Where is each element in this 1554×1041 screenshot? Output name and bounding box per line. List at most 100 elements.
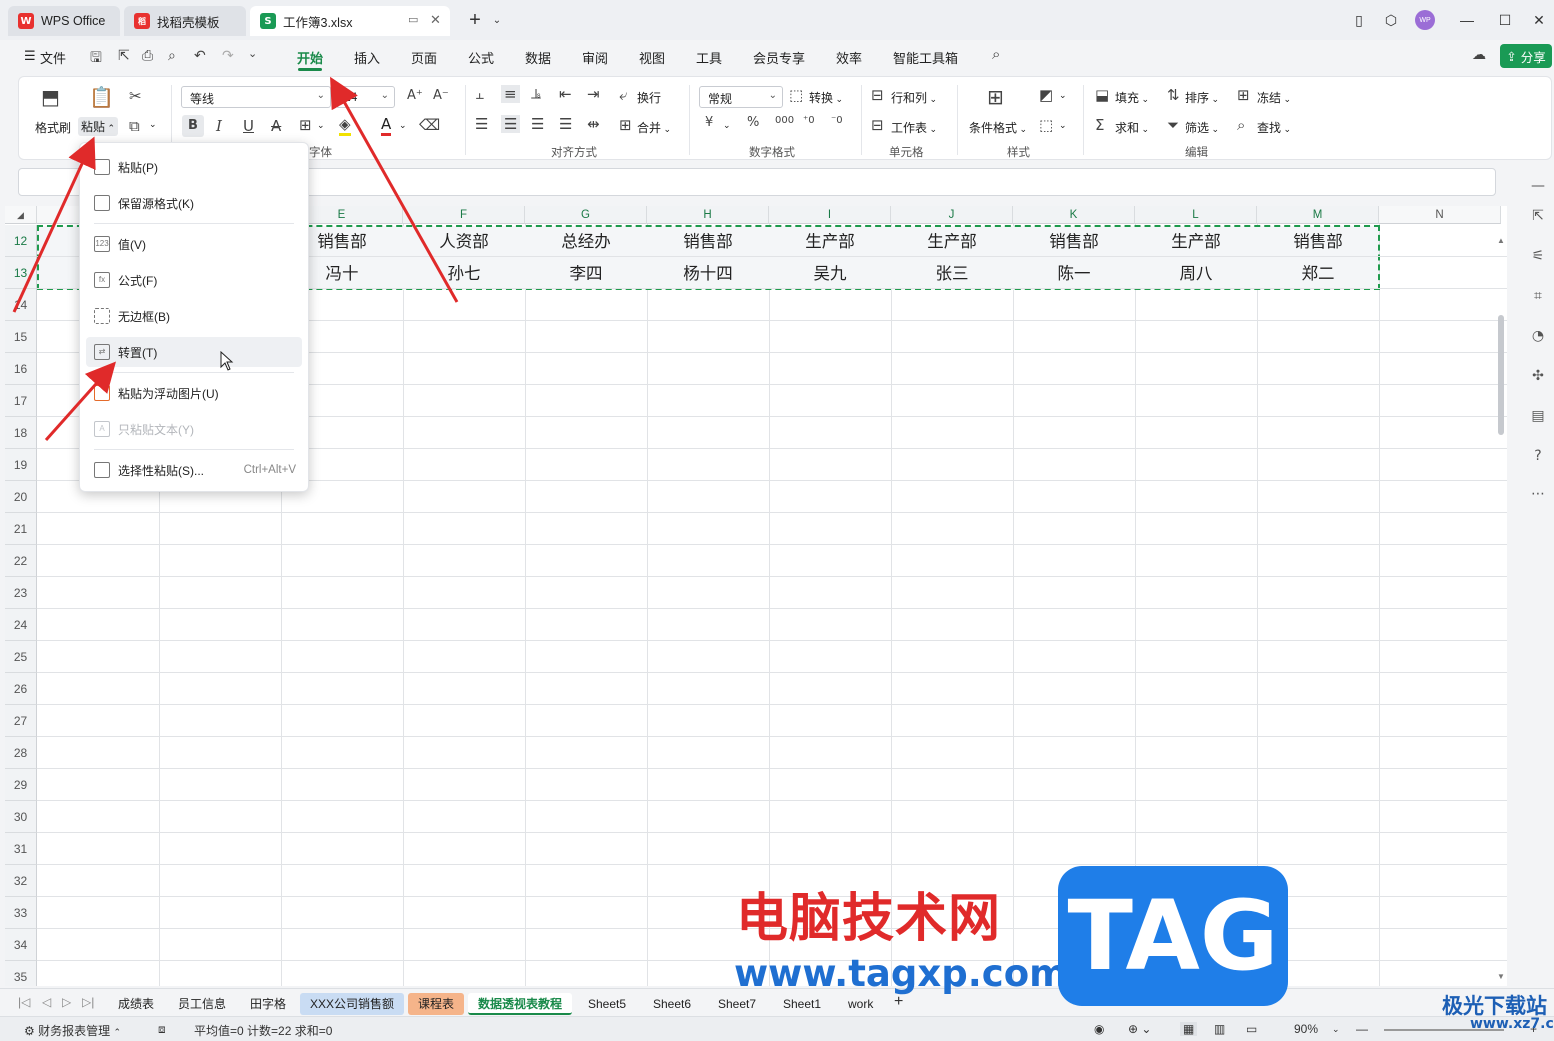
merge-button[interactable]: 合并 ⌄: [637, 119, 671, 136]
menu-review[interactable]: 审阅: [582, 48, 608, 67]
avatar[interactable]: WP: [1412, 8, 1438, 32]
collapse-icon[interactable]: —: [1529, 178, 1547, 196]
close-window-icon[interactable]: ✕: [1526, 8, 1552, 32]
help-icon[interactable]: ?: [1529, 448, 1547, 466]
paste-no-border-option[interactable]: 无边框(B): [86, 301, 302, 331]
border-icon[interactable]: ⊞: [299, 116, 312, 134]
menu-formula[interactable]: 公式: [468, 48, 494, 67]
fill-icon[interactable]: ⬓: [1095, 86, 1109, 104]
row-header[interactable]: 35: [5, 961, 37, 986]
tools-icon[interactable]: ✣: [1529, 368, 1547, 386]
normal-view-icon[interactable]: ▦: [1180, 1022, 1198, 1036]
select-cursor-icon[interactable]: ⇱: [1529, 208, 1547, 226]
increase-font-icon[interactable]: A⁺: [407, 88, 423, 103]
find-icon[interactable]: ⌕: [1237, 116, 1245, 134]
row-header[interactable]: 22: [5, 545, 37, 577]
fill-button[interactable]: 填充 ⌄: [1115, 89, 1149, 106]
chevron-down-icon[interactable]: ⌄: [1059, 90, 1067, 101]
column-header[interactable]: G: [525, 206, 647, 224]
row-header[interactable]: 21: [5, 513, 37, 545]
prev-sheet-icon[interactable]: ◁: [42, 995, 51, 1009]
eye-protect-icon[interactable]: ◉: [1094, 1022, 1104, 1036]
record-icon[interactable]: ⧈: [158, 1022, 166, 1037]
more-icon[interactable]: ⋯: [1529, 486, 1547, 504]
sheet-tab-active[interactable]: 数据透视表教程: [468, 993, 573, 1015]
paste-option[interactable]: 粘贴(P): [86, 152, 302, 182]
align-right-icon[interactable]: ☰: [531, 115, 544, 133]
merge-icon[interactable]: ⊞: [619, 116, 632, 134]
decimal-increase-icon[interactable]: ⁺0: [803, 115, 815, 126]
number-format-combo[interactable]: 常规 ⌄: [699, 86, 783, 108]
row-header[interactable]: 33: [5, 897, 37, 929]
sheet-tab[interactable]: XXX公司销售额: [300, 993, 405, 1015]
sheet-tab[interactable]: Sheet7: [708, 993, 766, 1015]
thousands-icon[interactable]: 000: [775, 115, 794, 126]
row-header[interactable]: 25: [5, 641, 37, 673]
column-header[interactable]: L: [1135, 206, 1257, 224]
row-header[interactable]: 12: [5, 225, 37, 257]
search-icon[interactable]: ⌕: [992, 46, 1000, 63]
menu-tools[interactable]: 工具: [696, 48, 722, 67]
sum-button[interactable]: 求和 ⌄: [1115, 119, 1149, 136]
sheet-tab[interactable]: Sheet5: [578, 993, 636, 1015]
cloud-icon[interactable]: ☁: [1472, 46, 1486, 63]
next-sheet-icon[interactable]: ▷: [62, 995, 71, 1009]
row-header[interactable]: 18: [5, 417, 37, 449]
column-header[interactable]: H: [647, 206, 769, 224]
freeze-icon[interactable]: ⊞: [1237, 86, 1250, 104]
add-sheet-icon[interactable]: +: [894, 993, 903, 1011]
row-col-icon[interactable]: ⊟: [871, 86, 884, 104]
sheet-tab[interactable]: 课程表: [408, 993, 465, 1015]
cube-icon[interactable]: ⬡: [1378, 8, 1404, 32]
cut-icon[interactable]: ✂: [129, 87, 142, 105]
sort-icon[interactable]: ⇅: [1167, 86, 1180, 104]
page-break-icon[interactable]: ▭: [1246, 1022, 1257, 1036]
find-button[interactable]: 查找 ⌄: [1257, 119, 1291, 136]
tab-workbook[interactable]: S 工作簿3.xlsx ▭ ✕: [250, 6, 450, 36]
column-header[interactable]: K: [1013, 206, 1135, 224]
sheet-tab[interactable]: work: [838, 993, 883, 1015]
layout-icon[interactable]: ▯: [1346, 8, 1372, 32]
row-header[interactable]: 24: [5, 609, 37, 641]
table-style-icon[interactable]: ⬚: [1039, 116, 1053, 134]
transpose-option[interactable]: ⇄ 转置(T): [86, 337, 302, 367]
column-header[interactable]: M: [1257, 206, 1379, 224]
paste-button[interactable]: 粘贴 ⌃: [78, 117, 119, 136]
undo-icon[interactable]: ↶: [194, 47, 206, 64]
row-header[interactable]: 32: [5, 865, 37, 897]
worksheet-icon[interactable]: ⊟: [871, 116, 884, 134]
decimal-decrease-icon[interactable]: ⁻0: [831, 115, 843, 126]
maximize-icon[interactable]: ☐: [1492, 8, 1518, 32]
scroll-up-icon[interactable]: ▲: [1497, 236, 1505, 245]
paste-values-option[interactable]: 123 值(V): [86, 229, 302, 259]
align-bottom-icon[interactable]: ⫡: [531, 85, 541, 103]
column-header[interactable]: I: [769, 206, 891, 224]
sheet-tab[interactable]: Sheet1: [773, 993, 831, 1015]
font-color-icon[interactable]: A: [381, 115, 392, 136]
row-col-button[interactable]: 行和列 ⌄: [891, 89, 937, 106]
row-header[interactable]: 19: [5, 449, 37, 481]
row-header[interactable]: 34: [5, 929, 37, 961]
column-header[interactable]: J: [891, 206, 1013, 224]
hamburger-icon[interactable]: ☰: [24, 48, 36, 64]
wrap-button[interactable]: 换行: [637, 89, 661, 106]
strikethrough-icon[interactable]: A: [271, 117, 281, 135]
monitor-icon[interactable]: ▭: [408, 13, 418, 26]
menu-insert[interactable]: 插入: [354, 48, 380, 67]
print-preview-icon[interactable]: ⌕: [168, 47, 176, 64]
row-header[interactable]: 13: [5, 257, 37, 289]
chevron-down-icon[interactable]: ⌄: [1332, 1024, 1340, 1035]
chevron-down-icon[interactable]: ⌄: [317, 120, 325, 131]
row-header[interactable]: 31: [5, 833, 37, 865]
row-header[interactable]: 30: [5, 801, 37, 833]
copy-dropdown-icon[interactable]: ⌄: [149, 119, 157, 130]
distribute-icon[interactable]: ⇹: [587, 115, 600, 133]
menu-home[interactable]: 开始: [297, 48, 323, 67]
row-header[interactable]: 14: [5, 289, 37, 321]
convert-button[interactable]: 转换 ⌄: [809, 89, 843, 106]
currency-icon[interactable]: ¥: [705, 115, 713, 130]
save-icon[interactable]: 🖫: [90, 47, 102, 71]
underline-icon[interactable]: U: [243, 117, 254, 135]
scroll-down-icon[interactable]: ▼: [1497, 972, 1505, 981]
menu-member[interactable]: 会员专享: [753, 48, 805, 67]
